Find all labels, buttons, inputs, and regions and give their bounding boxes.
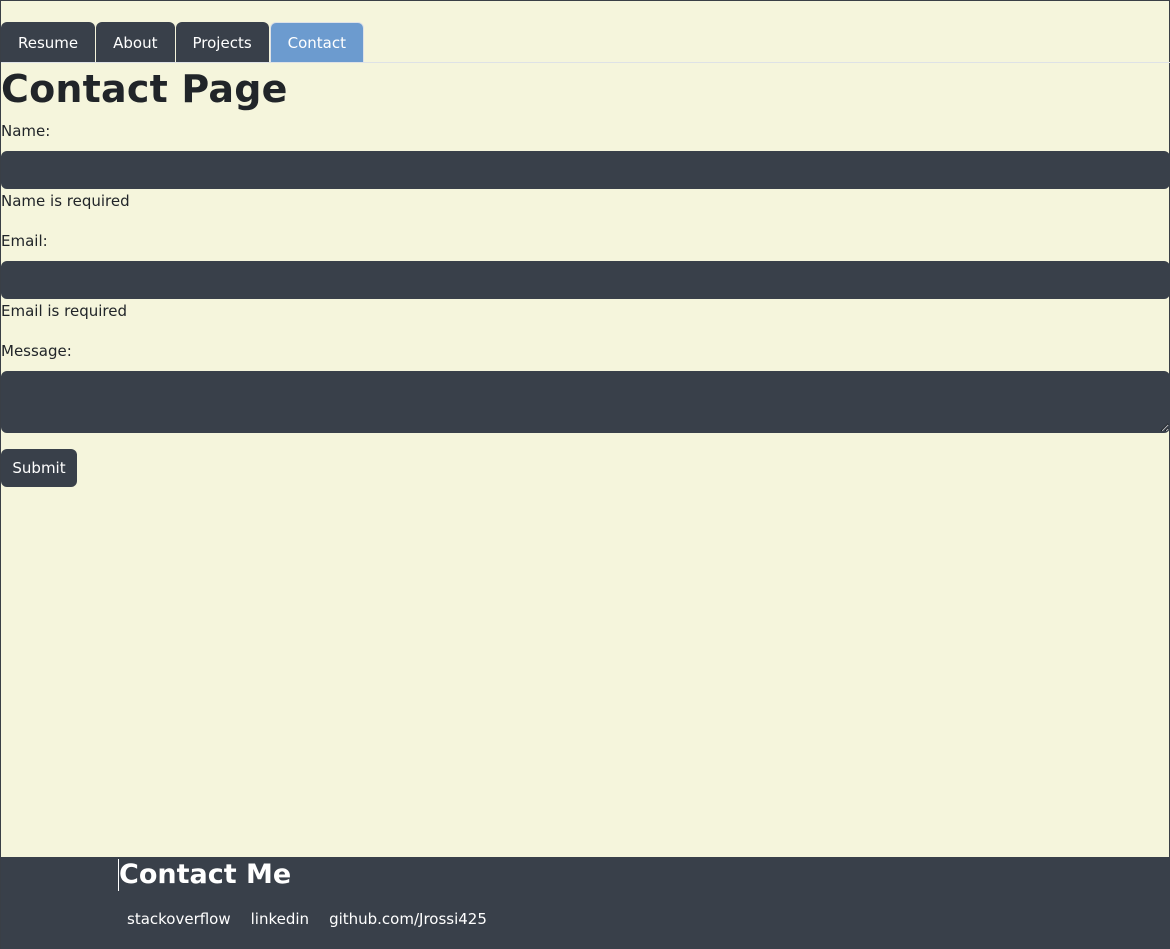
message-textarea[interactable] [1, 371, 1170, 433]
footer-link-stackoverflow[interactable]: stackoverflow [127, 910, 231, 928]
tab-projects[interactable]: Projects [175, 22, 269, 63]
tab-contact[interactable]: Contact [269, 22, 364, 63]
footer-links: stackoverflow linkedin github.com/Jrossi… [127, 910, 487, 928]
nav-divider [1, 62, 1170, 63]
name-error-text: Name is required [1, 192, 130, 210]
message-label: Message: [1, 342, 72, 360]
tab-about[interactable]: About [96, 22, 175, 63]
nav-tabs: Resume About Projects Contact [1, 22, 365, 63]
tab-resume[interactable]: Resume [1, 22, 96, 63]
email-input[interactable] [1, 261, 1170, 299]
email-label: Email: [1, 232, 48, 250]
page-title: Contact Page [1, 67, 288, 111]
submit-button[interactable]: Submit [1, 449, 77, 487]
footer-title: Contact Me [118, 859, 292, 891]
name-input[interactable] [1, 151, 1170, 189]
email-error-text: Email is required [1, 302, 127, 320]
name-label: Name: [1, 122, 51, 140]
footer-link-github[interactable]: github.com/Jrossi425 [329, 910, 487, 928]
footer: Contact Me stackoverflow linkedin github… [1, 857, 1170, 949]
footer-link-linkedin[interactable]: linkedin [251, 910, 309, 928]
